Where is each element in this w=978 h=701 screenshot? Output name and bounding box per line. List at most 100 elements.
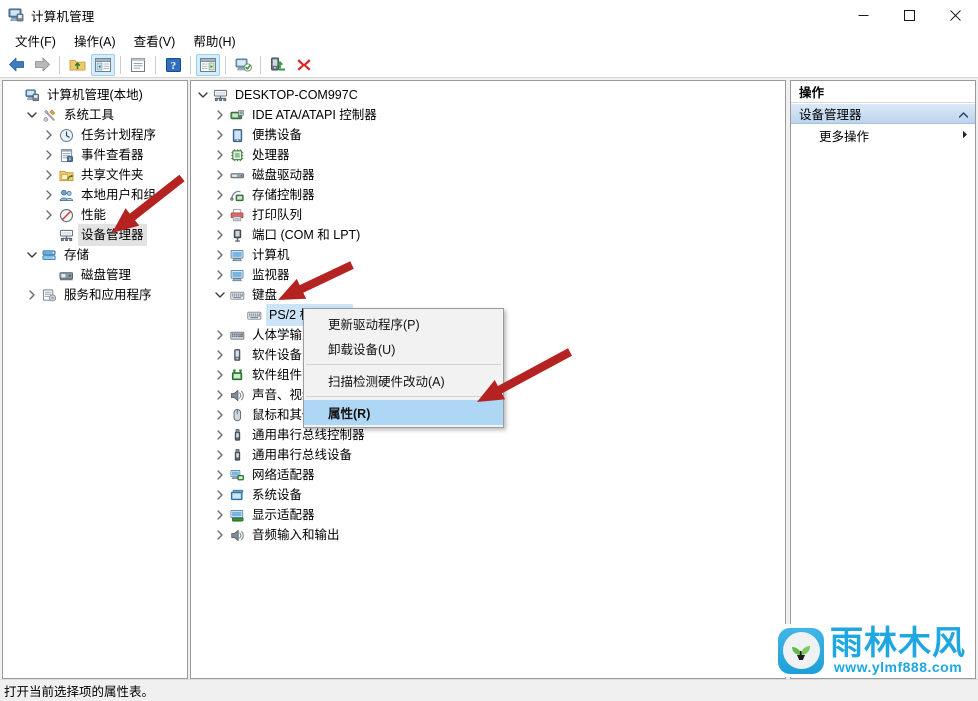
tree-item-处理器[interactable]: 处理器 bbox=[191, 145, 785, 165]
chevron-right-icon[interactable] bbox=[212, 150, 228, 160]
tree-item-通用串行总线控制器[interactable]: 通用串行总线控制器 bbox=[191, 425, 785, 445]
chevron-right-icon[interactable] bbox=[212, 210, 228, 220]
uninstall-device-icon[interactable] bbox=[266, 54, 290, 76]
tree-item-计算机管理-本地-[interactable]: 计算机管理(本地) bbox=[3, 85, 187, 105]
chevron-right-icon[interactable] bbox=[212, 270, 228, 280]
tree-item-label: IDE ATA/ATAPI 控制器 bbox=[252, 108, 377, 122]
show-hide-console-tree-icon[interactable] bbox=[91, 53, 115, 76]
title-bar: 计算机管理 bbox=[0, 0, 978, 30]
tree-item-计算机[interactable]: 计算机 bbox=[191, 245, 785, 265]
tree-item-打印队列[interactable]: 打印队列 bbox=[191, 205, 785, 225]
chevron-right-icon[interactable] bbox=[212, 470, 228, 480]
actions-item-more-actions[interactable]: 更多操作 bbox=[791, 124, 975, 146]
chevron-down-icon[interactable] bbox=[212, 291, 228, 299]
chevron-right-icon[interactable] bbox=[212, 250, 228, 260]
tree-item-共享文件夹[interactable]: 共享文件夹 bbox=[3, 165, 187, 185]
menu-file[interactable]: 文件(F) bbox=[6, 29, 65, 53]
tree-item-性能[interactable]: 性能 bbox=[3, 205, 187, 225]
chevron-right-icon[interactable] bbox=[41, 170, 57, 180]
chevron-up-icon[interactable] bbox=[958, 107, 969, 121]
tree-item-系统工具[interactable]: 系统工具 bbox=[3, 105, 187, 125]
actions-group-device-manager[interactable]: 设备管理器 bbox=[791, 103, 975, 124]
chevron-right-icon[interactable] bbox=[41, 210, 57, 220]
tree-item-DESKTOP-COM997C[interactable]: DESKTOP-COM997C bbox=[191, 85, 785, 105]
chevron-right-icon[interactable] bbox=[41, 150, 57, 160]
computer-management-window: 计算机管理 文件(F) 操作(A) 查看(V) 帮助(H) ? 计算机管理(本地… bbox=[0, 0, 978, 701]
tree-item-便携设备[interactable]: 便携设备 bbox=[191, 125, 785, 145]
maximize-button[interactable] bbox=[886, 0, 932, 30]
chevron-right-icon[interactable] bbox=[212, 510, 228, 520]
chevron-right-icon[interactable] bbox=[212, 530, 228, 540]
chevron-right-icon[interactable] bbox=[212, 430, 228, 440]
tree-item-磁盘驱动器[interactable]: 磁盘驱动器 bbox=[191, 165, 785, 185]
tree-item-端口--COM-和-LPT-[interactable]: 端口 (COM 和 LPT) bbox=[191, 225, 785, 245]
tree-item-服务和应用程序[interactable]: 服务和应用程序 bbox=[3, 285, 187, 305]
menu-help[interactable]: 帮助(H) bbox=[184, 29, 244, 53]
ctx-properties[interactable]: 属性(R) bbox=[304, 400, 503, 425]
forward-arrow-icon[interactable] bbox=[30, 54, 54, 76]
actions-item-label: 更多操作 bbox=[819, 129, 870, 144]
tree-item-label: 监视器 bbox=[252, 268, 290, 282]
usb-controller-icon bbox=[228, 428, 246, 443]
ctx-scan-hardware-changes[interactable]: 扫描检测硬件改动(A) bbox=[304, 368, 503, 393]
chevron-right-icon[interactable] bbox=[212, 130, 228, 140]
chevron-right-icon[interactable] bbox=[212, 350, 228, 360]
tree-item-存储控制器[interactable]: 存储控制器 bbox=[191, 185, 785, 205]
minimize-button[interactable] bbox=[840, 0, 886, 30]
chevron-down-icon[interactable] bbox=[24, 251, 40, 259]
chevron-right-icon[interactable] bbox=[212, 230, 228, 240]
storage-icon bbox=[40, 248, 58, 263]
tree-item-显示适配器[interactable]: 显示适配器 bbox=[191, 505, 785, 525]
chevron-right-icon[interactable] bbox=[41, 190, 57, 200]
tree-item-label: 通用串行总线设备 bbox=[252, 448, 353, 462]
chevron-right-icon[interactable] bbox=[212, 110, 228, 120]
delete-red-x-icon[interactable] bbox=[292, 54, 316, 76]
menu-action[interactable]: 操作(A) bbox=[65, 29, 125, 53]
chevron-right-icon[interactable] bbox=[212, 170, 228, 180]
chevron-right-icon[interactable] bbox=[24, 290, 40, 300]
properties-icon[interactable] bbox=[126, 54, 150, 76]
services-applications-icon bbox=[40, 288, 58, 303]
tree-item-键盘[interactable]: 键盘 bbox=[191, 285, 785, 305]
chevron-right-icon[interactable] bbox=[212, 190, 228, 200]
chevron-down-icon[interactable] bbox=[195, 91, 211, 99]
up-folder-icon[interactable] bbox=[65, 54, 89, 76]
tree-item-设备管理器[interactable]: 设备管理器 bbox=[3, 224, 187, 246]
watermark: 雨林木风 www.ylmf888.com bbox=[774, 624, 970, 677]
chevron-right-icon[interactable] bbox=[212, 330, 228, 340]
tree-item-label: 打印队列 bbox=[252, 208, 303, 222]
tree-item-label: 计算机管理(本地) bbox=[47, 88, 143, 102]
chevron-right-icon[interactable] bbox=[212, 450, 228, 460]
chevron-right-icon[interactable] bbox=[212, 490, 228, 500]
chevron-right-icon[interactable] bbox=[41, 130, 57, 140]
menu-view[interactable]: 查看(V) bbox=[125, 29, 185, 53]
status-bar-text: 打开当前选择项的属性表。 bbox=[4, 685, 155, 699]
tree-item-音频输入和输出[interactable]: 音频输入和输出 bbox=[191, 525, 785, 545]
device-manager-icon bbox=[57, 228, 75, 243]
ctx-update-driver[interactable]: 更新驱动程序(P) bbox=[304, 311, 503, 336]
tree-item-IDE-ATA/ATAPI-控制器[interactable]: IDE ATA/ATAPI 控制器 bbox=[191, 105, 785, 125]
close-button[interactable] bbox=[932, 0, 978, 30]
chevron-right-icon[interactable] bbox=[212, 390, 228, 400]
tree-item-事件查看器[interactable]: 事件查看器 bbox=[3, 145, 187, 165]
tree-item-网络适配器[interactable]: 网络适配器 bbox=[191, 465, 785, 485]
portable-device-icon bbox=[228, 128, 246, 143]
chevron-right-icon[interactable] bbox=[212, 370, 228, 380]
back-arrow-icon[interactable] bbox=[4, 54, 28, 76]
chevron-right-icon[interactable] bbox=[212, 410, 228, 420]
local-users-groups-icon bbox=[57, 188, 75, 203]
tree-item-通用串行总线设备[interactable]: 通用串行总线设备 bbox=[191, 445, 785, 465]
mouse-icon bbox=[228, 408, 246, 423]
chevron-down-icon[interactable] bbox=[24, 111, 40, 119]
tree-item-任务计划程序[interactable]: 任务计划程序 bbox=[3, 125, 187, 145]
help-icon[interactable]: ? bbox=[161, 54, 185, 76]
tree-item-磁盘管理[interactable]: 磁盘管理 bbox=[3, 265, 187, 285]
tree-item-存储[interactable]: 存储 bbox=[3, 245, 187, 265]
show-action-pane-icon[interactable] bbox=[196, 53, 220, 76]
context-menu-item-label: 扫描检测硬件改动(A) bbox=[328, 375, 445, 389]
ctx-uninstall-device[interactable]: 卸载设备(U) bbox=[304, 336, 503, 361]
tree-item-系统设备[interactable]: 系统设备 bbox=[191, 485, 785, 505]
tree-item-监视器[interactable]: 监视器 bbox=[191, 265, 785, 285]
scan-hardware-icon[interactable] bbox=[231, 54, 255, 76]
tree-item-本地用户和组[interactable]: 本地用户和组 bbox=[3, 185, 187, 205]
